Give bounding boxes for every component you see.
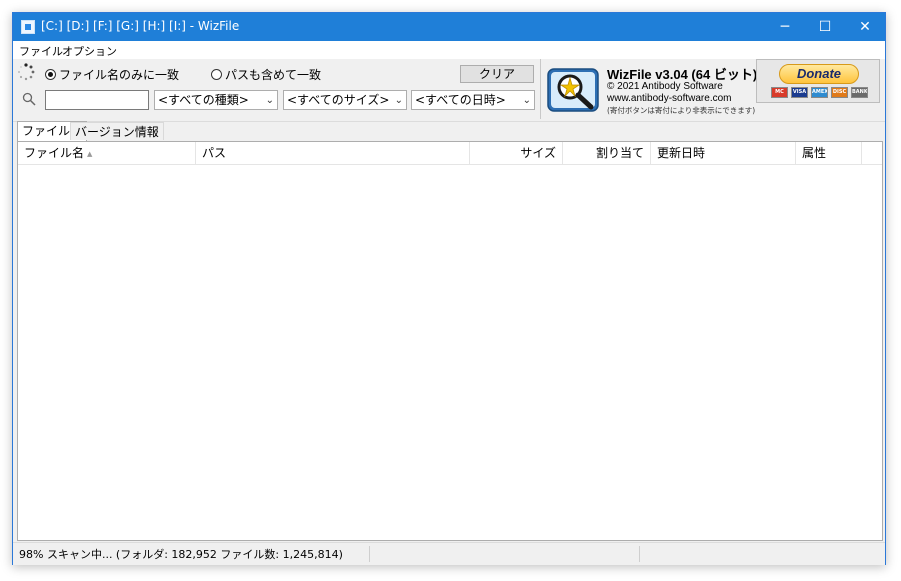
radio-unchecked-icon: [211, 69, 222, 80]
column-size-label: サイズ: [520, 146, 556, 160]
column-header-modified[interactable]: 更新日時: [651, 142, 796, 164]
discover-card-icon: DISC: [831, 87, 848, 98]
scan-status-text: 98% スキャン中... (フォルダ: 182,952 ファイル数: 1,245…: [19, 548, 343, 561]
column-modified-label: 更新日時: [657, 146, 706, 160]
status-separator: [369, 546, 370, 562]
close-button[interactable]: ✕: [845, 13, 885, 41]
chevron-down-icon: ⌄: [265, 95, 274, 106]
clear-button[interactable]: クリア: [460, 65, 534, 83]
match-include-path-radio[interactable]: パスも含めて一致: [211, 66, 321, 83]
donate-panel: Donate MC VISA AMEX DISC BANK: [756, 59, 880, 103]
tab-strip: ファイル数 バージョン情報: [13, 121, 885, 141]
size-filter-value: <すべてのサイズ>: [287, 93, 390, 107]
search-icon: [22, 92, 36, 106]
type-filter-select[interactable]: <すべての種類> ⌄: [154, 90, 278, 110]
column-header-path[interactable]: パス: [196, 142, 470, 164]
about-note: (寄付ボタンは寄付により非表示にできます): [607, 106, 756, 115]
donate-button[interactable]: Donate: [779, 64, 859, 84]
tab-version-info[interactable]: バージョン情報: [70, 122, 164, 140]
size-filter-select[interactable]: <すべてのサイズ> ⌄: [283, 90, 407, 110]
match-name-only-label: ファイル名のみに一致: [59, 68, 180, 82]
column-attributes-label: 属性: [802, 146, 827, 160]
menu-bar: ファイル オプション: [13, 41, 885, 59]
column-header-size[interactable]: サイズ: [470, 142, 563, 164]
about-url[interactable]: www.antibody-software.com: [607, 93, 732, 104]
sort-ascending-icon: ▲: [87, 149, 93, 158]
wizfile-logo-icon: [547, 68, 599, 112]
results-list[interactable]: ファイル名 ▲ パス サイズ 割り当て 更新日時 属性: [17, 141, 883, 541]
column-allocated-label: 割り当て: [595, 146, 644, 160]
app-icon: [21, 20, 35, 34]
column-path-label: パス: [202, 146, 227, 160]
window-title: [C:] [D:] [F:] [G:] [H:] [I:] - WizFile: [41, 19, 240, 33]
amex-card-icon: AMEX: [811, 87, 828, 98]
match-name-only-radio[interactable]: ファイル名のみに一致: [45, 66, 179, 83]
column-name-label: ファイル名: [24, 146, 85, 160]
mastercard-card-icon: MC: [771, 87, 788, 98]
column-header-attributes[interactable]: 属性: [796, 142, 862, 164]
menu-file[interactable]: ファイル: [19, 43, 63, 59]
chevron-down-icon: ⌄: [522, 95, 531, 106]
menu-options[interactable]: オプション: [62, 43, 117, 59]
maximize-button[interactable]: ☐: [805, 13, 845, 41]
column-header-allocated[interactable]: 割り当て: [563, 142, 651, 164]
date-filter-value: <すべての日時>: [415, 93, 506, 107]
bank-card-icon: BANK: [851, 87, 868, 98]
toolbar-divider: [540, 59, 541, 119]
search-toolbar: ファイル名のみに一致 パスも含めて一致 クリア <すべての種類> ⌄ <すべての…: [13, 59, 885, 122]
loading-spinner-icon: [18, 63, 35, 81]
minimize-button[interactable]: ─: [765, 13, 805, 41]
about-copyright: © 2021 Antibody Software: [607, 81, 723, 92]
type-filter-value: <すべての種類>: [158, 93, 249, 107]
date-filter-select[interactable]: <すべての日時> ⌄: [411, 90, 535, 110]
chevron-down-icon: ⌄: [394, 95, 403, 106]
match-include-path-label: パスも含めて一致: [225, 68, 322, 82]
search-input[interactable]: [45, 90, 149, 110]
status-bar: 98% スキャン中... (フォルダ: 182,952 ファイル数: 1,245…: [13, 542, 885, 565]
title-bar: [C:] [D:] [F:] [G:] [H:] [I:] - WizFile …: [13, 13, 885, 41]
radio-checked-icon: [45, 69, 56, 80]
column-header-name[interactable]: ファイル名 ▲: [18, 142, 196, 164]
results-header: ファイル名 ▲ パス サイズ 割り当て 更新日時 属性: [18, 142, 882, 165]
visa-card-icon: VISA: [791, 87, 808, 98]
app-window: [C:] [D:] [F:] [G:] [H:] [I:] - WizFile …: [12, 12, 886, 565]
status-separator: [639, 546, 640, 562]
